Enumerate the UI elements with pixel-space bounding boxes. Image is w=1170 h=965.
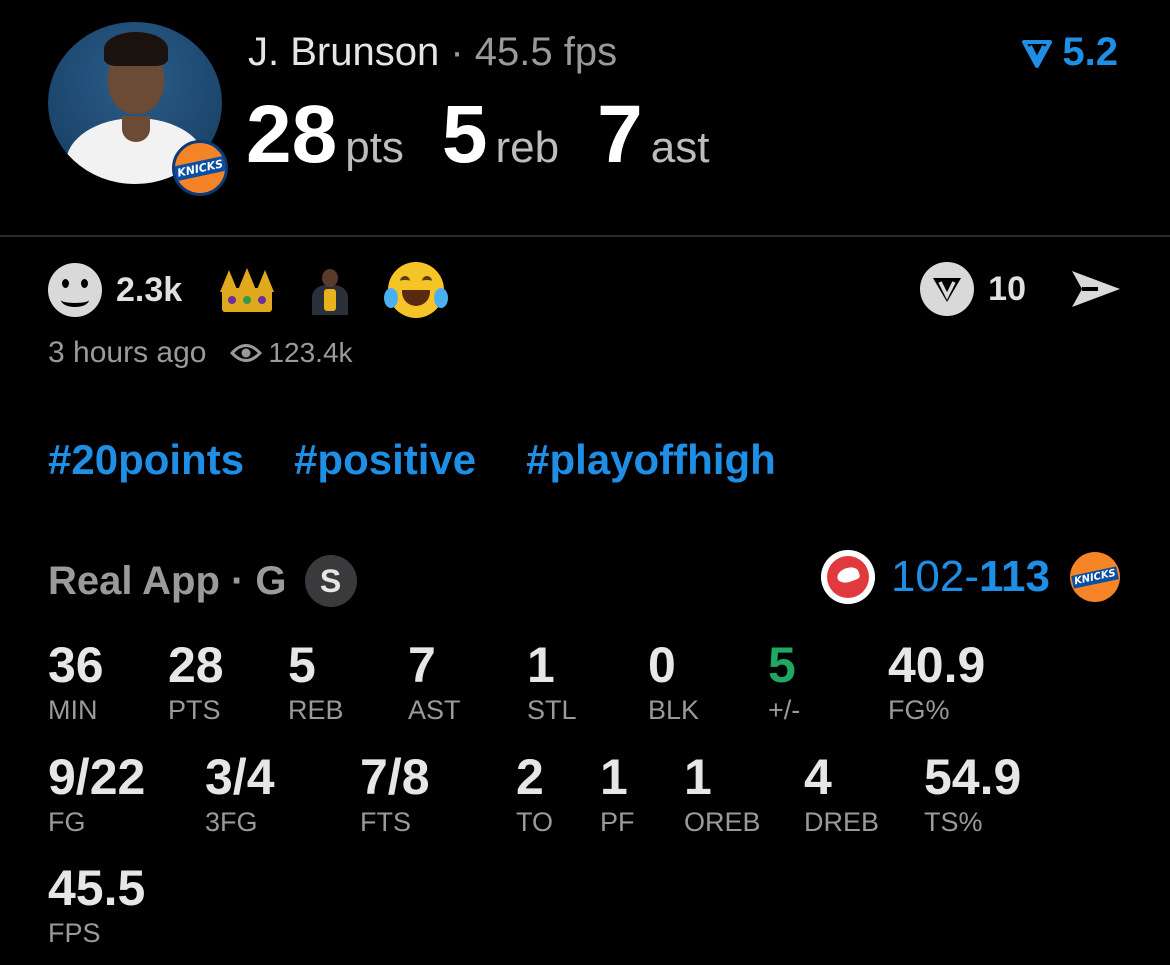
stat-plus-minus: 5 +/- [768,637,801,725]
stat-fg-pct: 40.9 FG% [888,637,986,725]
game-score[interactable]: 102-113 KNICKS [820,550,1120,604]
separator: · [450,30,464,74]
reaction-row: 2.3k [48,262,449,318]
hawks-logo-icon [820,550,875,604]
points-unit: pts [345,123,404,172]
stat-pf: 1 PF [600,749,635,837]
stat-min: 36 MIN [48,637,104,725]
team-score: 113 [979,552,1050,601]
time-ago: 3 hours ago [48,336,207,369]
stat-fps: 45.5 FPS [48,860,146,948]
stat-dreb: 4 DREB [804,749,880,837]
views: 123.4k [230,337,353,369]
score-dash: - [964,552,980,601]
rebounds-unit: reb [495,123,560,172]
rebounds-value: 5 [441,89,488,180]
fps-text: 45.5 fps [474,30,618,74]
eye-icon [230,344,263,362]
knicks-logo-icon: KNICKS [172,140,228,196]
stat-oreb: 1 OREB [684,749,761,837]
reaction-count[interactable]: 2.3k [116,271,182,310]
stat-fts: 7/8 FTS [360,749,430,837]
knicks-logo-icon: KNICKS [1070,552,1120,602]
player-name-line[interactable]: J. Brunson · 45.5 fps [248,30,617,75]
stat-reb: 5 REB [288,637,344,725]
stat-stl: 1 STL [527,637,577,725]
v-logo-icon[interactable] [920,262,975,316]
hashtag[interactable]: #positive [294,436,476,484]
points-value: 28 [246,89,338,180]
share-arrow-icon[interactable] [1068,265,1124,313]
hashtag[interactable]: #playoffhigh [526,436,776,484]
hashtag[interactable]: #20points [48,436,244,484]
divider [0,235,1170,237]
v-logo-icon [1022,39,1053,68]
opponent-score: 102 [890,552,965,601]
v-count[interactable]: 10 [988,270,1026,309]
views-count: 123.4k [268,337,353,368]
source-line: Real App · G S [48,555,357,607]
stat-to: 2 TO [516,749,554,837]
source-badge[interactable]: S [304,555,357,607]
assists-value: 7 [597,89,643,180]
stat-fg: 9/22 FG [48,749,146,837]
score-value: 5.2 [1062,30,1118,74]
meta-row: 3 hours ago 123.4k [48,336,353,370]
player-name[interactable]: J. Brunson [248,30,439,74]
smile-icon[interactable] [48,263,102,317]
headline-stats: 28 pts 5 reb 7 ast [246,88,747,182]
player-emoji-icon[interactable] [310,265,350,315]
assists-unit: ast [650,123,710,172]
crown-icon[interactable] [220,268,275,312]
stat-pts: 28 PTS [168,637,224,725]
stat-ast: 7 AST [408,637,461,725]
hashtag-list: #20points #positive #playoffhigh [48,436,776,484]
score-indicator[interactable]: 5.2 [1022,30,1118,75]
laughing-emoji-icon[interactable] [384,262,449,318]
stat-ts-pct: 54.9 TS% [924,749,1022,837]
stat-blk: 0 BLK [648,637,700,725]
source-label: Real App · G [48,558,287,603]
stat-3fg: 3/4 3FG [205,749,275,837]
share-area: 10 [920,262,1124,316]
